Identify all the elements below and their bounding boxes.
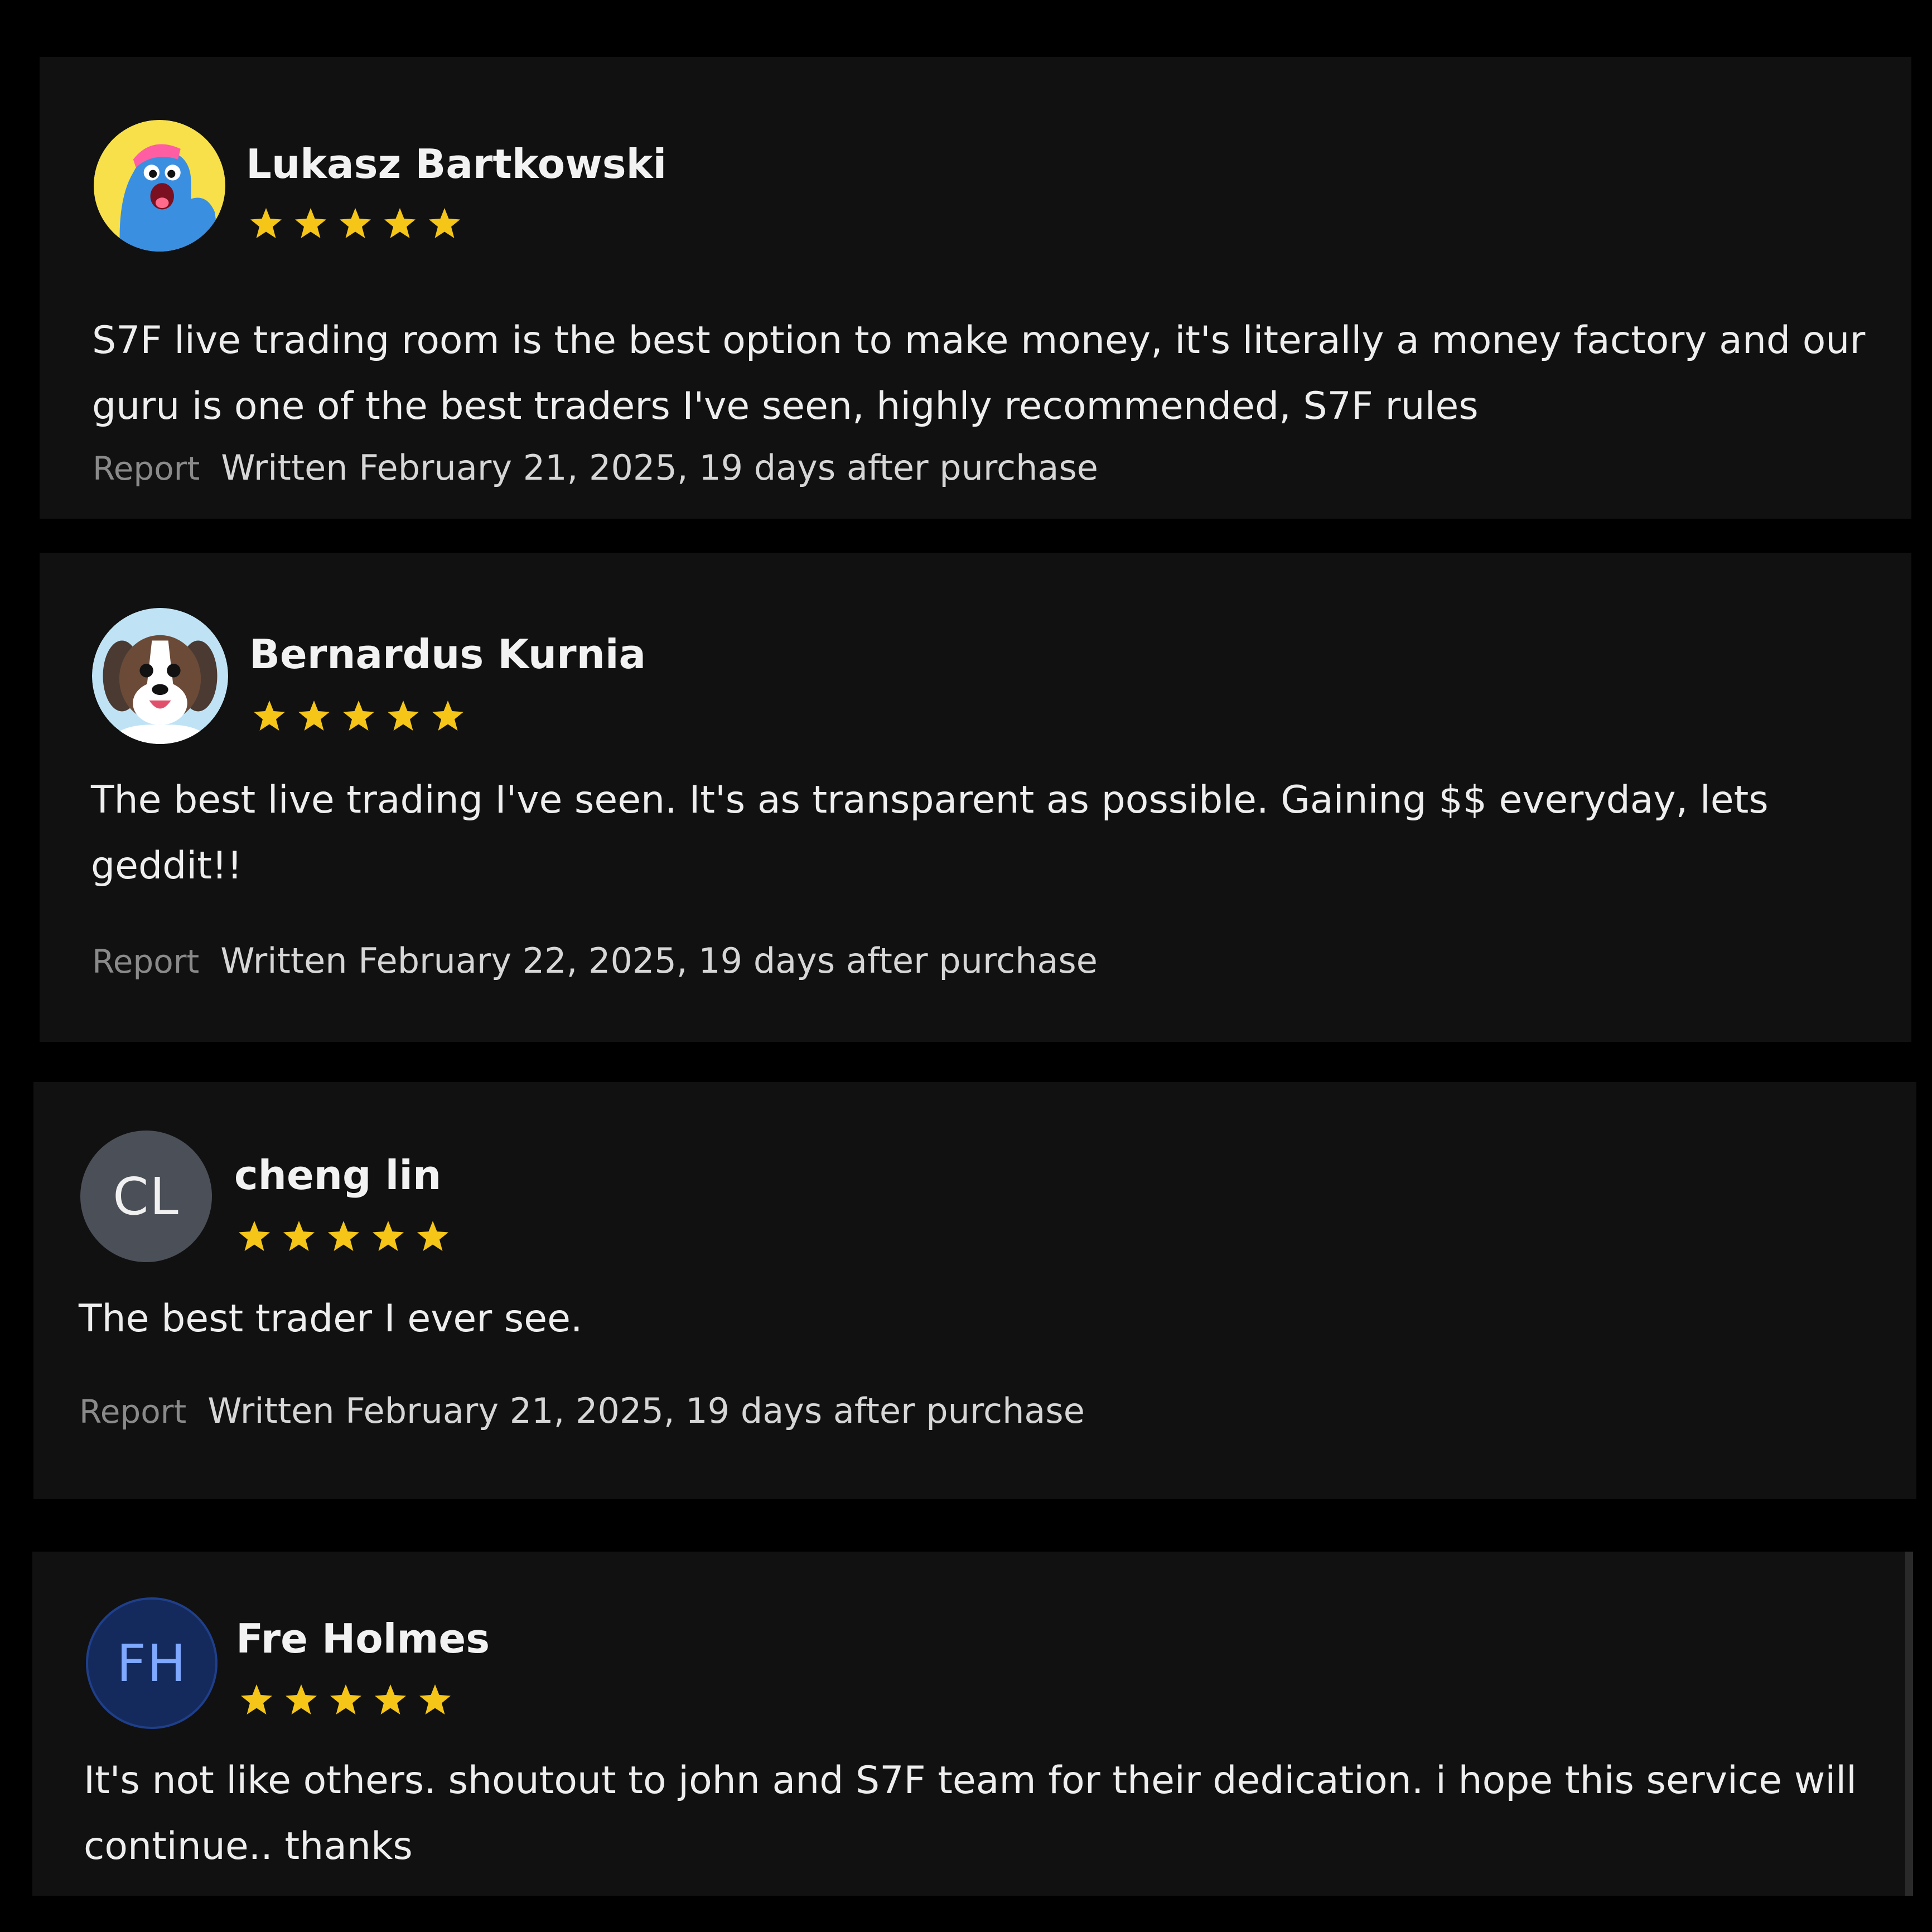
reviewer-name: Fre Holmes (236, 1615, 490, 1662)
star-rating (236, 1219, 451, 1255)
written-date: Written February 21, 2025, 19 days after… (221, 447, 1098, 488)
review-text: The best live trading I've seen. It's as… (91, 778, 1769, 888)
review-meta: Report Written February 22, 2025, 19 day… (92, 940, 1098, 981)
review-card: CL cheng lin The best trader I ever see.… (33, 1082, 1916, 1499)
star-rating (248, 206, 462, 242)
star-icon (328, 1221, 359, 1251)
star-icon (419, 1684, 451, 1714)
star-icon (432, 701, 463, 731)
star-rating (239, 1683, 453, 1718)
avatar: CL (80, 1131, 212, 1262)
star-icon (283, 1221, 315, 1251)
review-card: Lukasz Bartkowski S7F live trading room … (40, 57, 1911, 519)
review-text: The best trader I ever see. (79, 1297, 583, 1341)
star-icon (429, 208, 460, 238)
report-link[interactable]: Report (92, 943, 199, 981)
star-icon (286, 1684, 317, 1714)
report-link[interactable]: Report (93, 450, 200, 487)
report-link[interactable]: Report (79, 1393, 186, 1431)
star-icon (417, 1221, 448, 1251)
avatar (92, 608, 228, 744)
review-card: Bernardus Kurnia The best live trading I… (40, 553, 1911, 1042)
star-icon (254, 701, 285, 731)
star-icon (388, 701, 419, 731)
review-meta: Report Written February 21, 2025, 19 day… (79, 1390, 1085, 1431)
star-icon (384, 208, 416, 238)
star-icon (375, 1684, 406, 1714)
star-icon (298, 701, 330, 731)
star-icon (330, 1684, 361, 1714)
reviewer-name: Bernardus Kurnia (249, 631, 646, 678)
star-icon (295, 208, 326, 238)
reviewer-name: Lukasz Bartkowski (246, 141, 667, 187)
star-icon (340, 208, 371, 238)
review-card: FH Fre Holmes It's not like others. shou… (32, 1552, 1913, 1896)
star-icon (373, 1221, 404, 1251)
star-rating (252, 699, 466, 735)
review-text: It's not like others. shoutout to john a… (84, 1759, 1857, 1868)
cartoon-monster-avatar-icon (94, 120, 225, 252)
star-icon (343, 701, 374, 731)
avatar (94, 120, 225, 252)
written-date: Written February 21, 2025, 19 days after… (207, 1390, 1085, 1431)
reviewer-name: cheng lin (234, 1152, 442, 1199)
star-icon (239, 1221, 270, 1251)
written-date: Written February 22, 2025, 19 days after… (220, 940, 1098, 981)
star-icon (250, 208, 282, 238)
avatar: FH (86, 1597, 218, 1729)
cartoon-dog-avatar-icon (92, 608, 228, 744)
star-icon (241, 1684, 272, 1714)
review-meta: Report Written February 21, 2025, 19 day… (93, 447, 1098, 488)
scrollbar[interactable] (1905, 1552, 1913, 1896)
review-text: S7F live trading room is the best option… (92, 318, 1866, 428)
